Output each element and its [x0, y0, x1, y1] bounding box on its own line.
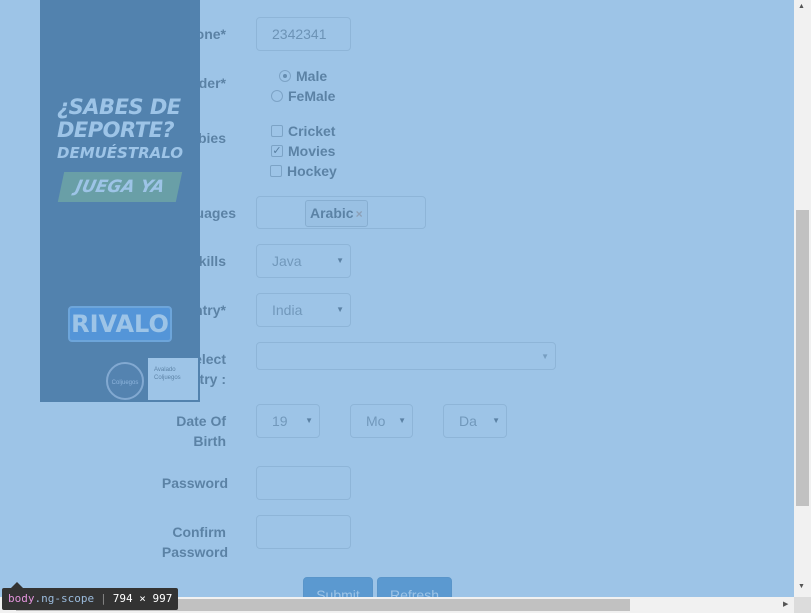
confirm-password-label-line1: Confirm: [172, 524, 226, 540]
ad-cta-button[interactable]: JUEGA YA: [57, 172, 183, 202]
hobby-cricket-label[interactable]: Cricket: [288, 121, 335, 141]
confirm-password-label-line2: Password: [161, 544, 228, 560]
country-value: India: [272, 302, 303, 318]
tooltip-tag: body: [8, 592, 35, 605]
devtools-element-tooltip: body.ng-scope | 794 × 997: [2, 582, 179, 610]
vertical-scroll-thumb[interactable]: [796, 210, 809, 506]
gender-male-radio[interactable]: [279, 70, 291, 82]
vertical-scrollbar[interactable]: ▲ ▼: [794, 0, 811, 597]
ad-brand-logo: RIVALO: [68, 306, 172, 342]
hobby-hockey-checkbox[interactable]: [270, 165, 282, 177]
ad-banner[interactable]: ¿SABES DE DEPORTE? DEMUÉSTRALO JUEGA YA …: [40, 0, 200, 402]
submit-button[interactable]: Submit: [303, 577, 373, 597]
dob-year-select[interactable]: 19 ▼: [256, 404, 320, 438]
hobby-movies-label[interactable]: Movies: [288, 141, 335, 161]
tooltip-separator: |: [100, 592, 107, 605]
dob-month-value: Mo: [366, 413, 386, 429]
dob-month-select[interactable]: Mo ▼: [350, 404, 413, 438]
scroll-down-icon[interactable]: ▼: [798, 583, 805, 590]
skills-select[interactable]: Java ▼: [256, 244, 351, 278]
hobby-movies-checkbox[interactable]: ✓: [271, 145, 283, 157]
refresh-button[interactable]: Refresh: [377, 577, 452, 597]
dob-label-line2: Birth: [193, 433, 226, 449]
language-tag: Arabic ×: [305, 200, 368, 227]
gender-female-radio[interactable]: [271, 90, 283, 102]
ad-badge: Avalado Coljuegos: [148, 358, 198, 400]
ad-subline: DEMUÉSTRALO: [57, 144, 184, 162]
skills-value: Java: [272, 253, 302, 269]
scrollbar-corner: [794, 597, 811, 613]
ad-badge-line1: Avalado: [154, 367, 176, 373]
ad-seal-icon: Coljuegos: [106, 362, 144, 400]
select-country-dropdown[interactable]: ▼: [256, 342, 556, 370]
dob-year-value: 19: [272, 413, 288, 429]
dob-label-line1: Date Of: [176, 413, 226, 429]
registration-page: Phone* 2342341 Gender* Male FeMale Hobbi…: [0, 0, 794, 597]
gender-female-label[interactable]: FeMale: [288, 86, 335, 106]
chevron-down-icon: ▼: [398, 416, 406, 425]
scroll-right-icon[interactable]: ▶: [783, 600, 788, 608]
confirm-password-input[interactable]: [256, 515, 351, 549]
ad-badge-line2: Coljuegos: [154, 375, 181, 381]
hobby-hockey-label[interactable]: Hockey: [287, 161, 337, 181]
languages-multiselect[interactable]: Arabic ×: [256, 196, 426, 229]
chevron-down-icon: ▼: [336, 256, 344, 265]
phone-input[interactable]: 2342341: [256, 17, 351, 51]
language-tag-label: Arabic: [310, 205, 354, 221]
chevron-down-icon: ▼: [305, 416, 313, 425]
remove-tag-icon[interactable]: ×: [356, 207, 363, 221]
password-input[interactable]: [256, 466, 351, 500]
password-label: Password: [161, 475, 228, 491]
chevron-down-icon: ▼: [541, 352, 549, 361]
hobby-cricket-checkbox[interactable]: [271, 125, 283, 137]
tooltip-class: .ng-scope: [34, 592, 95, 605]
tooltip-size: 794 × 997: [112, 592, 173, 605]
country-select[interactable]: India ▼: [256, 293, 351, 327]
chevron-down-icon: ▼: [336, 305, 344, 314]
gender-male-label[interactable]: Male: [296, 66, 327, 86]
dob-day-value: Da: [459, 413, 477, 429]
scroll-up-icon[interactable]: ▲: [798, 3, 805, 10]
dob-day-select[interactable]: Da ▼: [443, 404, 507, 438]
chevron-down-icon: ▼: [492, 416, 500, 425]
ad-headline: ¿SABES DE DEPORTE?: [57, 95, 181, 142]
